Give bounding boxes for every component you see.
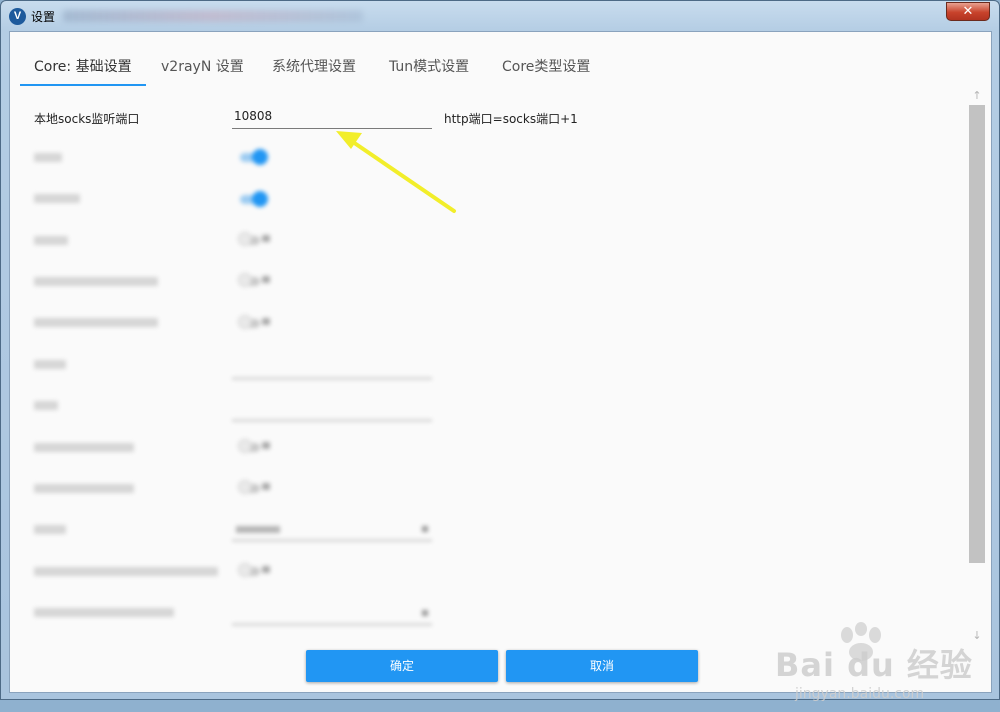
tab-v2rayn-settings[interactable]: v2rayN 设置 [161, 56, 244, 76]
text-field[interactable] [232, 420, 432, 421]
tab-core-type[interactable]: Core类型设置 [502, 56, 590, 76]
active-tab-indicator [20, 84, 146, 86]
cancel-button[interactable]: 取消 [506, 650, 698, 682]
window-title: 设置 [31, 10, 56, 24]
blurred-label [34, 525, 66, 534]
dropdown-select[interactable] [232, 602, 432, 625]
blurred-label [34, 608, 174, 617]
scrollbar-thumb[interactable] [969, 105, 985, 563]
toggle-switch[interactable] [238, 232, 278, 247]
blurred-label [34, 443, 134, 452]
v2rayn-app-icon: V [9, 8, 26, 25]
blurred-label [34, 318, 158, 327]
toggle-switch[interactable] [238, 149, 268, 165]
tab-system-proxy[interactable]: 系统代理设置 [272, 56, 356, 76]
toggle-switch[interactable] [238, 480, 278, 495]
watermark-brand: Bai du 经验 [775, 646, 973, 684]
settings-content: Core: 基础设置 v2rayN 设置 系统代理设置 Tun模式设置 Core… [9, 31, 993, 702]
socks-port-label: 本地socks监听端口 [34, 112, 140, 126]
toggle-switch[interactable] [238, 563, 278, 578]
socks-port-input[interactable] [232, 104, 432, 129]
tab-core-basic[interactable]: Core: 基础设置 [34, 56, 132, 76]
title-bar[interactable]: V 设置 ✕ [1, 1, 1000, 31]
dropdown-select[interactable] [232, 518, 432, 541]
blurred-label [34, 194, 80, 203]
settings-window: V 设置 ✕ Core: 基础设置 v2rayN 设置 系统代理设置 Tun模式… [0, 0, 1000, 702]
blurred-title-region [63, 10, 363, 22]
tab-bar: Core: 基础设置 v2rayN 设置 系统代理设置 Tun模式设置 Core… [10, 32, 993, 88]
ok-button[interactable]: 确定 [306, 650, 498, 682]
toggle-switch[interactable] [238, 273, 278, 288]
blurred-label [34, 484, 134, 493]
blurred-label [34, 277, 158, 286]
toggle-switch[interactable] [238, 439, 278, 454]
tab-tun-mode[interactable]: Tun模式设置 [389, 56, 469, 76]
paw-logo-icon [841, 622, 881, 661]
toggle-switch[interactable] [238, 315, 278, 330]
scroll-up-arrow-icon[interactable]: ↑ [968, 88, 986, 104]
vertical-scrollbar[interactable]: ↑ ↓ [968, 88, 986, 648]
blurred-label [34, 567, 218, 576]
blurred-label [34, 153, 62, 162]
blurred-label [34, 360, 66, 369]
blurred-label [34, 236, 68, 245]
toggle-switch[interactable] [238, 191, 268, 207]
baidu-watermark: Bai du 经验 jingyan.baidu.com [765, 622, 1000, 712]
close-button[interactable]: ✕ [946, 2, 990, 21]
annotation-arrow-icon [336, 131, 456, 213]
scroll-down-arrow-icon[interactable]: ↓ [968, 628, 986, 644]
text-field[interactable] [232, 378, 432, 379]
http-port-hint: http端口=socks端口+1 [444, 112, 578, 126]
blurred-label [34, 401, 58, 410]
